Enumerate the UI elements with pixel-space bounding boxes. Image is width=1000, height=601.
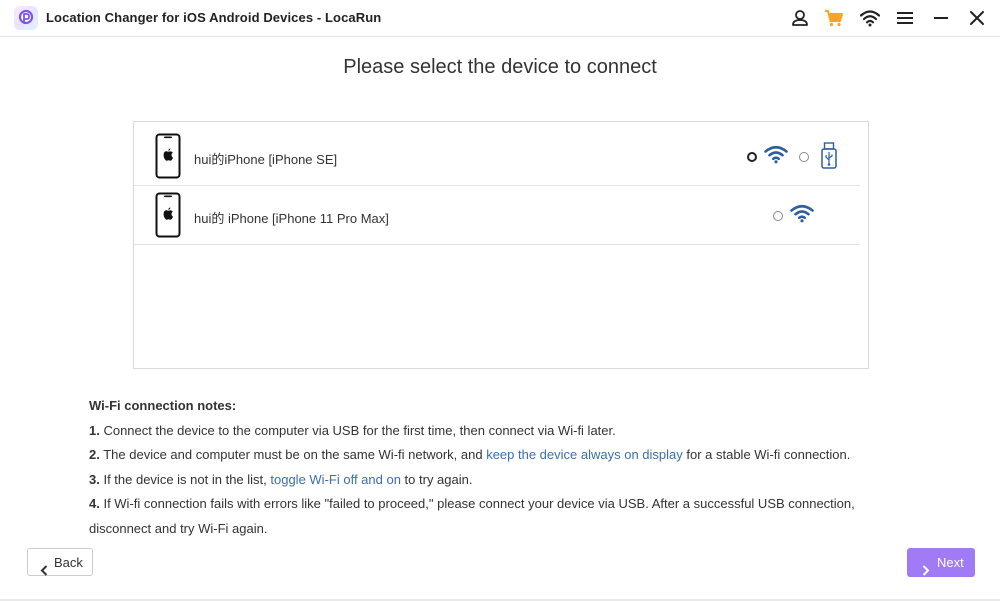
title-bar: Location Changer for iOS Android Devices… (0, 0, 1000, 37)
menu-icon[interactable] (895, 8, 915, 28)
wifi-icon[interactable] (859, 8, 881, 28)
page-heading: Please select the device to connect (343, 56, 657, 78)
device-name: hui的iPhone [iPhone SE] (194, 152, 338, 167)
chevron-right-icon (922, 557, 930, 586)
note-item-2: 2. The device and computer must be on th… (89, 447, 851, 463)
window-title: Location Changer for iOS Android Devices… (46, 10, 382, 25)
keep-display-on-link[interactable]: keep the device always on display (486, 447, 683, 462)
user-icon[interactable] (790, 8, 810, 28)
next-button-label: Next (937, 555, 964, 570)
iphone-icon (155, 192, 181, 243)
back-button-label: Back (54, 555, 83, 570)
usb-connection-icon[interactable] (821, 142, 837, 175)
note-item-1: 1. Connect the device to the computer vi… (89, 422, 616, 438)
usb-radio[interactable] (799, 152, 809, 162)
note-item-3: 3. If the device is not in the list, tog… (89, 471, 473, 487)
close-icon[interactable] (967, 8, 987, 28)
notes-title: Wi-Fi connection notes: (89, 398, 237, 413)
wifi-radio[interactable] (773, 211, 783, 221)
iphone-icon (155, 133, 181, 184)
next-button[interactable]: Next (907, 548, 975, 577)
wifi-connection-notes: Wi-Fi connection notes: 1. Connect the d… (89, 394, 919, 542)
toggle-wifi-link[interactable]: toggle Wi-Fi off and on (270, 472, 401, 487)
app-logo-icon (14, 6, 38, 30)
back-button[interactable]: Back (27, 548, 93, 576)
chevron-left-icon (40, 558, 48, 586)
wifi-connection-icon[interactable] (764, 144, 788, 169)
cart-icon[interactable] (824, 8, 844, 28)
device-list: hui的iPhone [iPhone SE] hui的 iPhone [iPho… (133, 121, 869, 369)
wifi-connection-icon[interactable] (790, 203, 814, 228)
device-row-iphone-se[interactable]: hui的iPhone [iPhone SE] (134, 127, 860, 186)
device-name: hui的 iPhone [iPhone 11 Pro Max] (194, 211, 389, 226)
minimize-icon[interactable] (931, 8, 951, 28)
note-item-4: 4. If Wi-fi connection fails with errors… (89, 496, 855, 536)
wifi-radio[interactable] (747, 152, 757, 162)
device-row-iphone-11-pro-max[interactable]: hui的 iPhone [iPhone 11 Pro Max] (134, 186, 860, 245)
